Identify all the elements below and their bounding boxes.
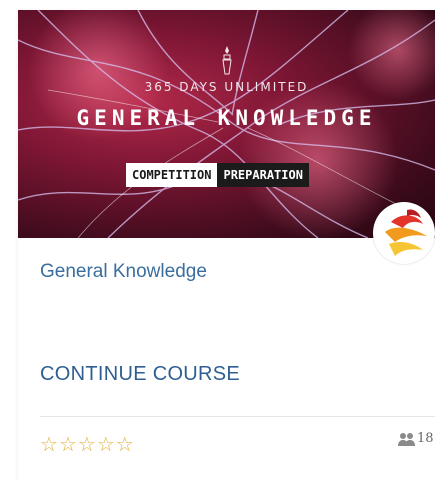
logo-bird-icon [373, 202, 435, 264]
rating-stars: ☆ ☆ ☆ ☆ ☆ [40, 435, 134, 455]
divider [40, 416, 435, 417]
continue-course-link[interactable]: CONTINUE COURSE [40, 363, 240, 386]
banner-pill-right: PREPARATION [217, 163, 309, 187]
students-icon [398, 432, 415, 446]
star-outline-icon: ☆ [115, 434, 134, 456]
banner-main-title: GENERAL KNOWLEDGE [76, 106, 377, 130]
course-title[interactable]: General Knowledge [40, 261, 207, 283]
course-banner-image[interactable]: 365 DAYS UNLIMITED GENERAL KNOWLEDGE COM… [18, 10, 435, 238]
students-count: 18 [398, 431, 434, 446]
banner-top-text: 365 DAYS UNLIMITED [144, 80, 309, 94]
banner-subtitle: COMPETITION PREPARATION [126, 163, 309, 187]
students-count-value: 18 [417, 431, 434, 446]
torch-emblem-icon [222, 46, 232, 75]
star-outline-icon: ☆ [96, 434, 115, 456]
star-outline-icon: ☆ [58, 434, 77, 456]
course-card[interactable]: 365 DAYS UNLIMITED GENERAL KNOWLEDGE COM… [18, 10, 435, 481]
banner-pill-left: COMPETITION [126, 163, 218, 187]
star-outline-icon: ☆ [77, 434, 96, 456]
star-outline-icon: ☆ [40, 434, 58, 456]
